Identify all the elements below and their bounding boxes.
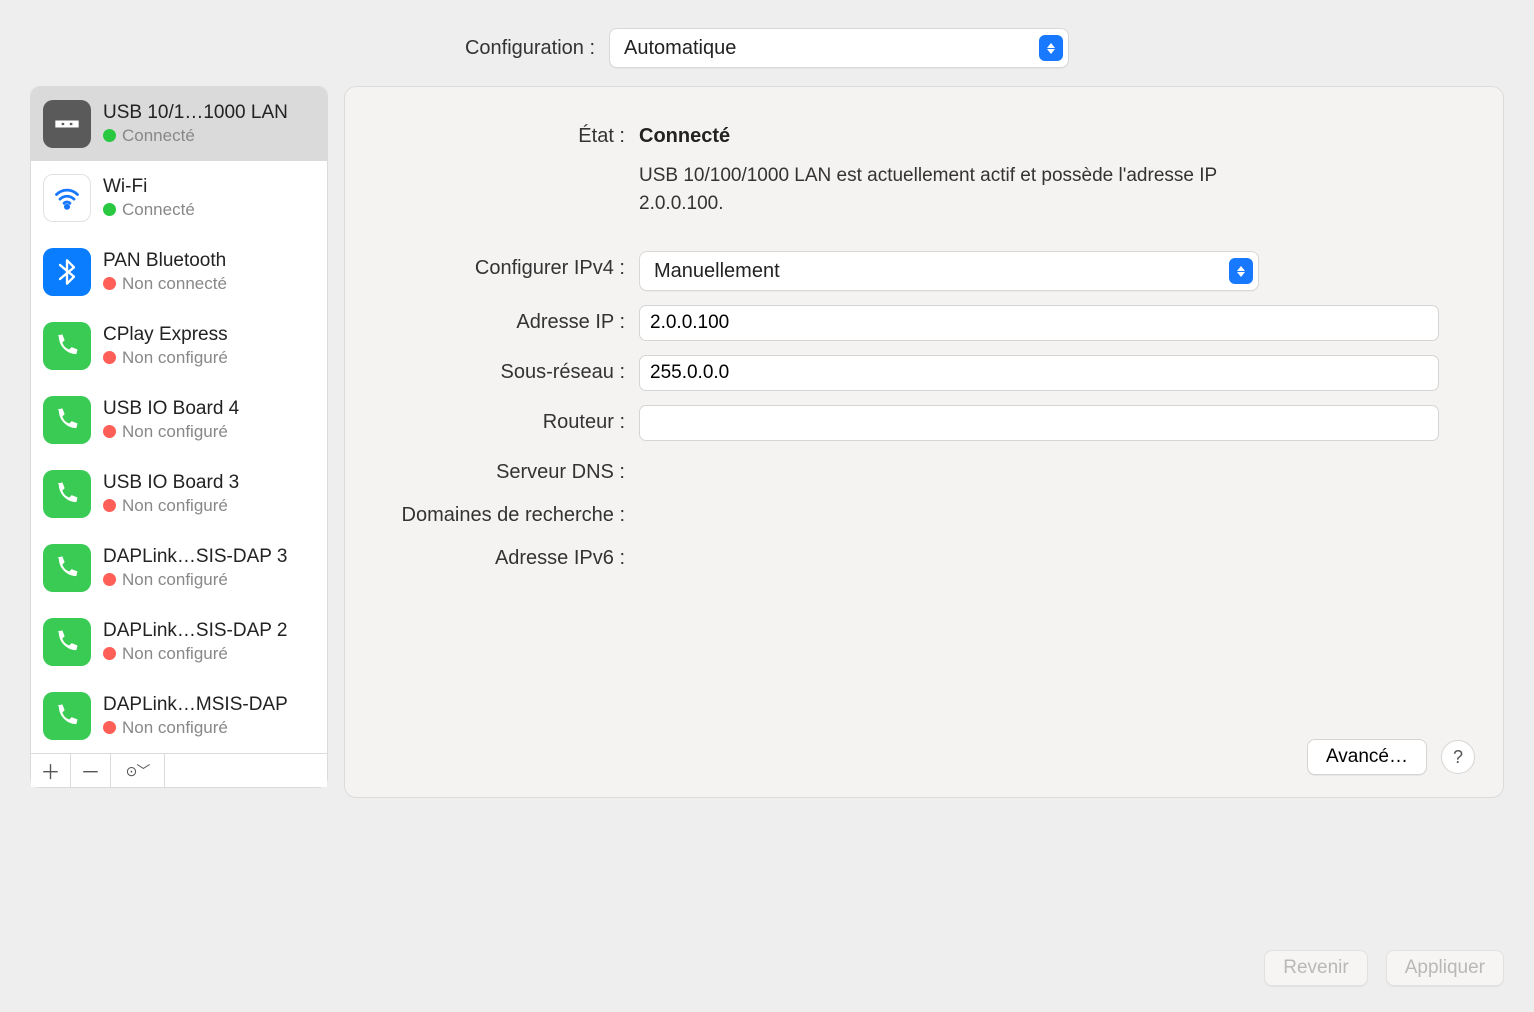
sidebar-item-status: Non configuré [122,570,228,590]
configure-ipv4-label: Configurer IPv4 : [385,251,625,280]
remove-service-button[interactable]: － [71,754,111,787]
question-icon: ? [1453,747,1463,768]
sidebar-item-1[interactable]: Wi-FiConnecté [31,161,327,235]
plus-icon: ＋ [41,756,61,785]
status-dot [103,351,116,364]
chevron-up-down-icon [1229,258,1253,284]
status-dot [103,721,116,734]
chevron-up-down-icon [1039,35,1063,61]
sidebar-item-5[interactable]: USB IO Board 3Non configuré [31,457,327,531]
ipv6-address-label: Adresse IPv6 : [385,541,625,570]
phone-icon [43,692,91,740]
sidebar-item-8[interactable]: DAPLink…MSIS-DAPNon configuré [31,679,327,753]
router-label: Routeur : [385,405,625,434]
sidebar-item-label: USB IO Board 4 [103,398,239,420]
sidebar-item-status: Connecté [122,200,195,220]
configure-ipv4-select[interactable]: Manuellement [639,251,1259,291]
sidebar-item-status: Non configuré [122,348,228,368]
status-dot [103,425,116,438]
phone-icon [43,322,91,370]
sidebar-item-2[interactable]: PAN BluetoothNon connecté [31,235,327,309]
status-dot [103,573,116,586]
sidebar-item-status: Non configuré [122,718,228,738]
bluetooth-icon [43,248,91,296]
network-services-sidebar: USB 10/1…1000 LANConnectéWi-FiConnectéPA… [30,86,328,798]
dns-value [639,455,1439,461]
state-label: État : [385,119,625,148]
sidebar-item-label: USB 10/1…1000 LAN [103,102,288,124]
network-services-list: USB 10/1…1000 LANConnectéWi-FiConnectéPA… [30,86,328,754]
toolbar-filler [165,754,327,787]
subnet-field[interactable] [639,355,1439,391]
status-dot [103,203,116,216]
state-description: USB 10/100/1000 LAN est actuellement act… [639,162,1279,217]
sidebar-item-7[interactable]: DAPLink…SIS-DAP 2Non configuré [31,605,327,679]
configuration-select[interactable]: Automatique [609,28,1069,68]
phone-icon [43,544,91,592]
dns-label: Serveur DNS : [385,455,625,484]
more-actions-button[interactable]: ⊙﹀ [111,754,165,787]
search-domains-value [639,498,1439,504]
ip-address-label: Adresse IP : [385,305,625,334]
status-dot [103,499,116,512]
sidebar-item-label: DAPLink…SIS-DAP 2 [103,620,287,642]
state-value: Connecté [639,119,1439,148]
apply-button[interactable]: Appliquer [1386,950,1504,986]
search-domains-label: Domaines de recherche : [385,498,625,527]
status-dot [103,129,116,142]
sidebar-item-status: Non connecté [122,274,227,294]
revert-button[interactable]: Revenir [1264,950,1367,986]
advanced-button[interactable]: Avancé… [1307,739,1427,775]
sidebar-item-status: Non configuré [122,644,228,664]
ethernet-icon [43,100,91,148]
sidebar-item-status: Connecté [122,126,195,146]
add-service-button[interactable]: ＋ [31,754,71,787]
router-field[interactable] [639,405,1439,441]
ip-address-field[interactable] [639,305,1439,341]
configure-ipv4-value: Manuellement [654,260,780,283]
sidebar-item-label: DAPLink…SIS-DAP 3 [103,546,287,568]
help-button[interactable]: ? [1441,740,1475,774]
ellipsis-icon: ⊙﹀ [126,761,150,781]
sidebar-toolbar: ＋ － ⊙﹀ [30,754,328,788]
phone-icon [43,396,91,444]
sidebar-item-0[interactable]: USB 10/1…1000 LANConnecté [31,87,327,161]
status-dot [103,277,116,290]
sidebar-item-label: Wi-Fi [103,176,195,198]
phone-icon [43,470,91,518]
sidebar-item-label: USB IO Board 3 [103,472,239,494]
minus-icon: － [81,756,101,785]
sidebar-item-label: CPlay Express [103,324,228,346]
phone-icon [43,618,91,666]
sidebar-item-label: PAN Bluetooth [103,250,227,272]
subnet-label: Sous-réseau : [385,355,625,384]
configuration-select-value: Automatique [624,37,736,60]
sidebar-item-status: Non configuré [122,496,228,516]
configuration-label: Configuration : [465,37,595,60]
sidebar-item-status: Non configuré [122,422,228,442]
status-dot [103,647,116,660]
sidebar-item-4[interactable]: USB IO Board 4Non configuré [31,383,327,457]
wifi-icon [43,174,91,222]
detail-panel: État : Connecté USB 10/100/1000 LAN est … [344,86,1504,798]
ipv6-address-value [639,541,1439,547]
sidebar-item-6[interactable]: DAPLink…SIS-DAP 3Non configuré [31,531,327,605]
sidebar-item-label: DAPLink…MSIS-DAP [103,694,288,716]
sidebar-item-3[interactable]: CPlay ExpressNon configuré [31,309,327,383]
